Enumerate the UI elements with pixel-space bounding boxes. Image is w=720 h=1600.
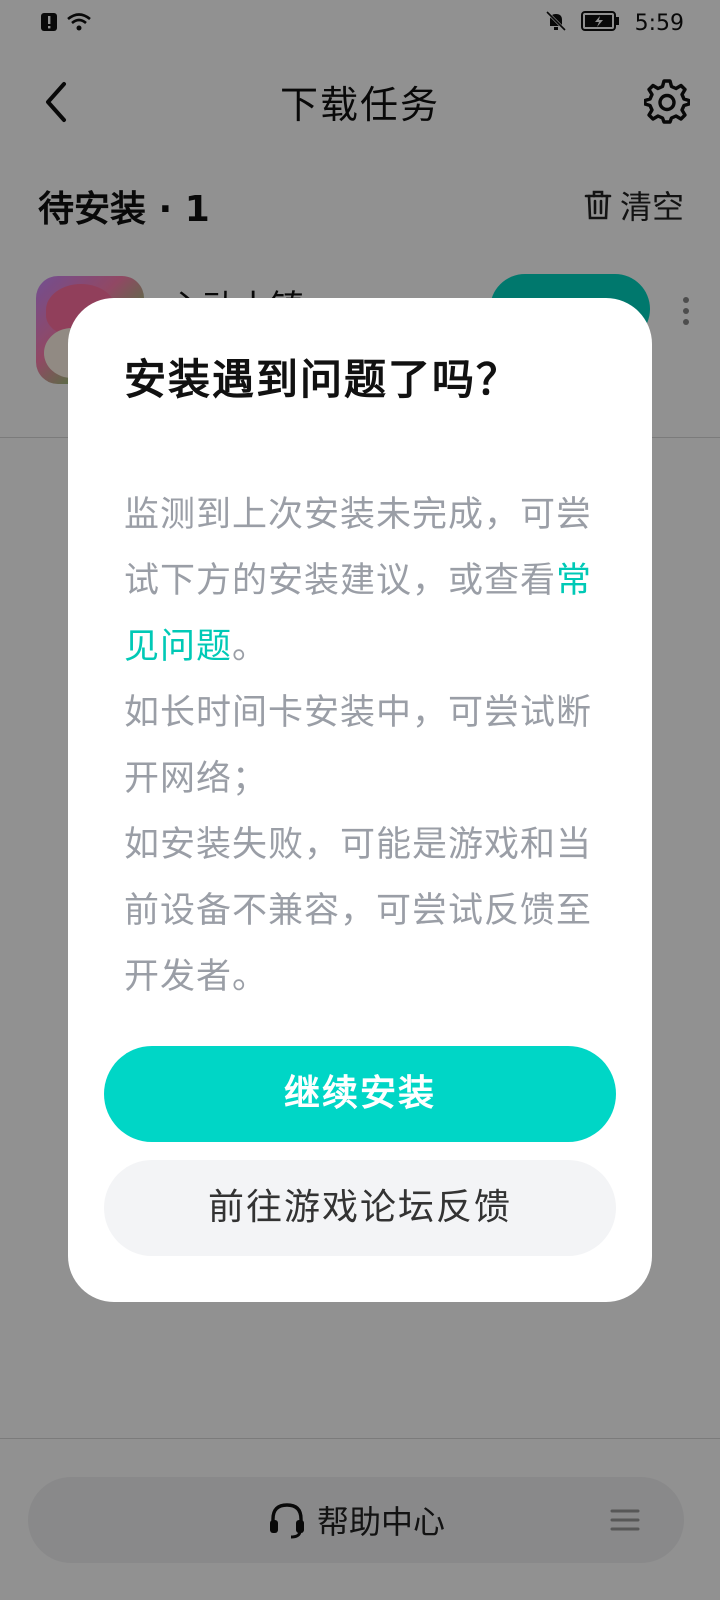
dialog-body: 监测到上次安装未完成，可尝试下方的安装建议，或查看常见问题。 如长时间卡安装中，… xyxy=(124,482,594,1010)
continue-install-button[interactable]: 继续安装 xyxy=(104,1046,616,1142)
dialog-title: 安装遇到问题了吗？ xyxy=(124,355,521,404)
forum-feedback-button[interactable]: 前往游戏论坛反馈 xyxy=(104,1160,616,1256)
dialog-tip-install-failed: 如安装失败，可能是游戏和当前设备不兼容，可尝试反馈至开发者。 xyxy=(124,825,593,997)
dialog-tip-long-install: 如长时间卡安装中，可尝试断开网络； xyxy=(124,693,593,799)
dialog-body-punct: 。 xyxy=(232,627,269,667)
dialog-body-text: 监测到上次安装未完成，可尝试下方的安装建议，或查看 xyxy=(124,495,593,601)
install-problem-dialog: 安装遇到问题了吗？ 监测到上次安装未完成，可尝试下方的安装建议，或查看常见问题。… xyxy=(68,298,652,1302)
